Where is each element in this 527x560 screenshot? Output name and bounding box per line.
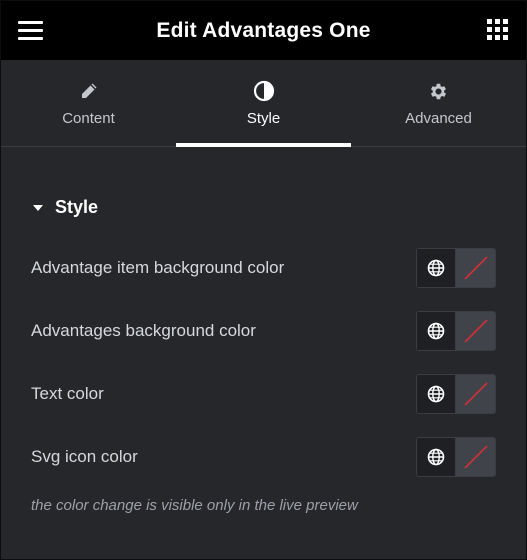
tab-label: Advanced — [405, 110, 472, 127]
globe-icon[interactable] — [417, 312, 457, 350]
tab-bar: Content Style Advanced — [1, 60, 526, 147]
control-row: Advantage item background color — [31, 247, 496, 289]
control-label: Text color — [31, 384, 104, 403]
color-swatch-empty[interactable] — [456, 249, 495, 287]
control-label: Advantages background color — [31, 321, 256, 340]
half-circle-icon — [253, 80, 275, 102]
pencil-icon — [78, 80, 100, 102]
globe-icon[interactable] — [417, 249, 457, 287]
editor-panel: Edit Advantages One Content Style Advanc… — [0, 0, 527, 560]
color-swatch-empty[interactable] — [456, 312, 495, 350]
control-row: Text color — [31, 373, 496, 415]
color-swatch-empty[interactable] — [456, 375, 495, 413]
control-row: Advantages background color — [31, 310, 496, 352]
tab-advanced[interactable]: Advanced — [351, 60, 526, 146]
tab-content[interactable]: Content — [1, 60, 176, 146]
globe-icon[interactable] — [417, 438, 457, 476]
color-picker-control — [416, 374, 496, 414]
section-toggle[interactable]: Style — [31, 197, 496, 218]
globe-icon[interactable] — [417, 375, 457, 413]
control-row: Svg icon color — [31, 436, 496, 478]
color-picker-control — [416, 437, 496, 477]
control-label: Advantage item background color — [31, 258, 285, 277]
section-title: Style — [55, 197, 99, 217]
grid-icon[interactable] — [487, 19, 509, 41]
color-picker-control — [416, 311, 496, 351]
control-label: Svg icon color — [31, 447, 138, 466]
panel-header: Edit Advantages One — [1, 1, 526, 60]
hamburger-icon[interactable] — [18, 21, 43, 40]
tab-label: Content — [62, 110, 115, 127]
gear-icon — [428, 80, 450, 102]
tab-label: Style — [246, 110, 281, 127]
style-section: Style Advantage item background color Ad… — [1, 197, 526, 514]
color-swatch-empty[interactable] — [456, 438, 495, 476]
color-picker-control — [416, 248, 496, 288]
help-text: the color change is visible only in the … — [31, 497, 358, 514]
caret-down-icon — [33, 204, 43, 211]
page-title: Edit Advantages One — [156, 18, 371, 42]
tab-style[interactable]: Style — [176, 60, 351, 147]
